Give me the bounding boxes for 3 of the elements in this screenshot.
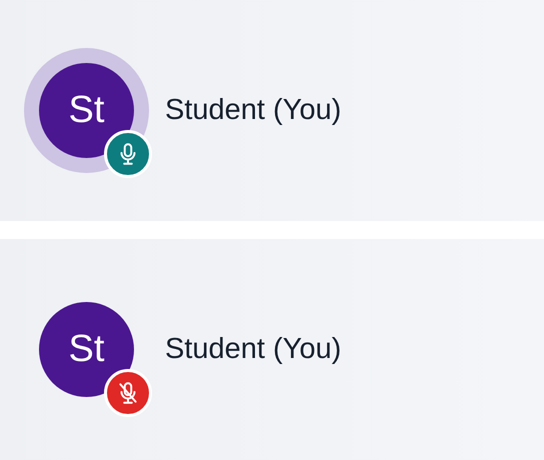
participant-name: Student (You) (165, 332, 342, 367)
participant-name: Student (You) (165, 92, 342, 128)
avatar: St (39, 302, 134, 397)
